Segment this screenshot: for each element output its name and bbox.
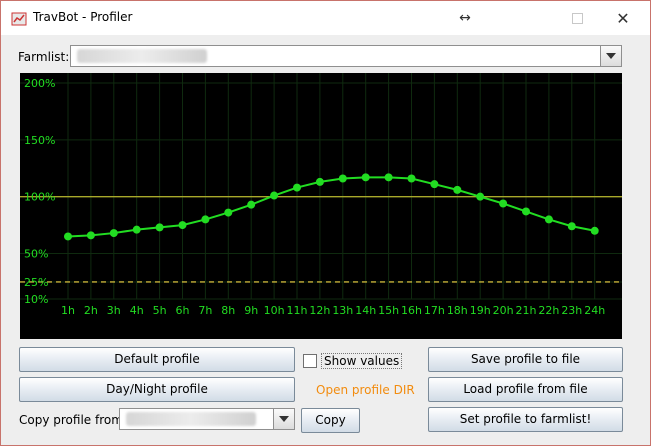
x-tick-label: 15h [378, 304, 399, 317]
farmlist-dropdown[interactable] [70, 45, 622, 67]
x-tick-label: 11h [287, 304, 308, 317]
data-point[interactable] [315, 177, 324, 186]
x-tick-label: 13h [332, 304, 353, 317]
data-point[interactable] [293, 183, 301, 192]
data-point[interactable] [247, 200, 256, 209]
copy-profile-dropdown-arrow[interactable] [273, 409, 294, 429]
maximize-icon [571, 12, 583, 24]
save-profile-button[interactable]: Save profile to file [428, 347, 623, 372]
x-tick-label: 14h [355, 304, 376, 317]
x-tick-label: 3h [107, 304, 121, 317]
data-point[interactable] [178, 221, 187, 230]
data-point[interactable] [407, 174, 416, 183]
x-tick-label: 12h [309, 304, 330, 317]
copy-profile-dropdown[interactable] [119, 408, 295, 430]
daynight-profile-button[interactable]: Day/Night profile [19, 377, 295, 402]
copy-button[interactable]: Copy [301, 408, 360, 433]
maximize-button[interactable] [554, 1, 600, 35]
app-icon [11, 12, 27, 26]
open-profile-dir-link[interactable]: Open profile DIR [316, 383, 415, 397]
x-tick-label: 7h [198, 304, 212, 317]
x-tick-label: 23h [561, 304, 582, 317]
data-point[interactable] [453, 185, 462, 194]
data-point[interactable] [224, 208, 233, 217]
x-tick-label: 18h [447, 304, 468, 317]
data-point[interactable] [590, 226, 599, 235]
show-values-checkbox[interactable]: Show values [303, 353, 403, 369]
title-bar[interactable]: TravBot - Profiler ↔ ✕ [1, 1, 650, 35]
load-profile-button[interactable]: Load profile from file [428, 377, 623, 402]
x-tick-label: 22h [538, 304, 559, 317]
data-point[interactable] [544, 215, 553, 224]
x-tick-label: 16h [401, 304, 422, 317]
data-point[interactable] [476, 192, 485, 201]
y-tick-label: 25% [24, 276, 48, 289]
data-point[interactable] [155, 223, 164, 232]
data-point[interactable] [86, 231, 95, 240]
profile-chart[interactable]: 200% 150% 100% 50% 25% 10% 1h 2h 3h 4h 5h 6h 7h 8h 9h 1… [20, 73, 622, 339]
resize-horizontal-icon[interactable]: ↔ [442, 1, 488, 35]
x-tick-label: 17h [424, 304, 445, 317]
show-values-label: Show values [321, 353, 403, 369]
data-point[interactable] [499, 199, 508, 208]
data-point[interactable] [567, 222, 576, 231]
y-tick-label: 100% [24, 191, 55, 204]
default-profile-button[interactable]: Default profile [19, 347, 295, 372]
copy-profile-selected-value [126, 412, 256, 426]
x-tick-label: 4h [130, 304, 144, 317]
x-tick-label: 6h [176, 304, 190, 317]
x-tick-label: 5h [153, 304, 167, 317]
y-tick-label: 200% [24, 77, 55, 90]
x-tick-label: 19h [470, 304, 491, 317]
data-point[interactable] [361, 173, 370, 182]
x-tick-label: 9h [244, 304, 258, 317]
close-button[interactable]: ✕ [600, 1, 646, 35]
data-point[interactable] [132, 225, 141, 234]
series-line [67, 176, 595, 238]
farmlist-dropdown-arrow[interactable] [600, 46, 621, 66]
data-point[interactable] [522, 207, 530, 216]
profiler-window: TravBot - Profiler ↔ ✕ Farmlist: 200% 150… [0, 0, 651, 446]
chevron-down-icon [279, 416, 289, 422]
x-tick-label: 10h [264, 304, 285, 317]
data-point[interactable] [109, 229, 118, 238]
y-tick-label: 10% [24, 293, 48, 306]
data-point[interactable] [201, 215, 210, 224]
x-tick-label: 8h [221, 304, 235, 317]
data-point[interactable] [270, 191, 279, 200]
data-point[interactable] [430, 180, 439, 189]
farmlist-selected-value [77, 49, 207, 63]
y-tick-label: 50% [24, 248, 48, 261]
farmlist-label: Farmlist: [18, 50, 70, 64]
set-profile-button[interactable]: Set profile to farmlist! [428, 407, 623, 432]
data-point[interactable] [64, 232, 72, 241]
window-title: TravBot - Profiler [33, 10, 133, 24]
copy-from-label: Copy profile from: [19, 413, 127, 427]
x-tick-label: 24h [584, 304, 605, 317]
profile-chart-svg[interactable]: 200% 150% 100% 50% 25% 10% 1h 2h 3h 4h 5h 6h 7h 8h 9h 1… [20, 73, 622, 339]
x-tick-label: 2h [84, 304, 98, 317]
data-point[interactable] [338, 174, 347, 183]
x-tick-label: 21h [516, 304, 537, 317]
close-icon: ✕ [616, 8, 630, 28]
x-tick-label: 1h [61, 304, 75, 317]
y-tick-label: 150% [24, 134, 55, 147]
data-point[interactable] [384, 173, 393, 182]
chevron-down-icon [606, 53, 616, 59]
checkbox-box[interactable] [303, 354, 317, 368]
x-tick-label: 20h [493, 304, 514, 317]
